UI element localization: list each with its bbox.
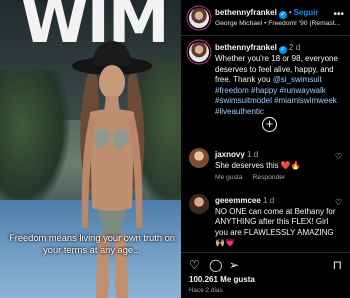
like-heart-icon[interactable]: ♡ <box>189 259 200 271</box>
caption-username[interactable]: bethennyfrankel <box>215 43 277 52</box>
save-bookmark-icon[interactable]: ⊓ <box>333 259 342 271</box>
comment-bubble-icon[interactable]: ◯ <box>209 259 222 271</box>
caption-time: 2 d <box>289 43 301 52</box>
comment-text: jaxnovy 1 d She deserves this ❤️🔥 <box>215 150 301 170</box>
audio-track-link[interactable]: George Michael • Freedom! '90 (Remast... <box>215 20 340 27</box>
load-more-comments-icon[interactable]: + <box>262 117 277 132</box>
comment-username[interactable]: jaxnovy <box>215 150 245 159</box>
author-username[interactable]: bethennyfrankel <box>215 8 277 17</box>
likes-label[interactable]: Me gusta <box>220 275 255 284</box>
like-comment-heart-icon[interactable]: ♡ <box>335 152 342 161</box>
media-overlay-caption: Freedom means living your own truth on y… <box>9 233 175 255</box>
commenter-avatar[interactable] <box>189 194 209 214</box>
separator-dot: • <box>288 8 292 17</box>
post-actions-bar: ♡ ◯ ➢ ⊓ 100.261 Me gusta Hace 2 días <box>181 252 350 298</box>
caption-mention[interactable]: @si_swimsuit <box>273 75 322 84</box>
post-side-panel: bethennyfrankel ✓ • Seguir George Michael •… <box>181 0 350 298</box>
share-paper-plane-icon[interactable]: ➢ <box>229 259 239 271</box>
comment-meta: Me gusta Responder <box>215 174 295 181</box>
comment-body: NO ONE can come at Bethany for ANYTHING … <box>215 206 336 248</box>
likes-number: 100.261 <box>189 275 218 284</box>
author-row: bethennyfrankel ✓ • Seguir <box>215 8 319 19</box>
verified-badge-icon: ✓ <box>278 46 287 54</box>
like-comment-heart-icon[interactable]: ♡ <box>335 198 342 207</box>
comment-body: She deserves this ❤️🔥 <box>215 160 301 170</box>
author-avatar[interactable] <box>189 8 209 28</box>
commenter-avatar[interactable] <box>189 148 209 168</box>
caption-hashtags[interactable]: #freedom #happy #runwaywalk #swimsuitmod… <box>215 86 337 116</box>
caption-text: bethennyfrankel ✓ 2 d Whether you're 18 o… <box>215 43 349 118</box>
comment-like-button[interactable]: Me gusta <box>215 174 243 181</box>
comment-text: geeemmcee 1 d NO ONE can come at Bethany… <box>215 196 336 248</box>
comment-username[interactable]: geeemmcee <box>215 196 261 205</box>
more-options-icon[interactable]: ••• <box>333 9 344 20</box>
comment-reply-button[interactable]: Responder <box>253 174 286 181</box>
post-time-ago: Hace 2 días <box>189 287 223 294</box>
verified-badge-icon: ✓ <box>278 11 287 19</box>
caption-author-avatar[interactable] <box>189 42 209 62</box>
media-model-figure <box>72 41 152 298</box>
post-media[interactable]: WIM Freedom means living your own truth … <box>0 0 181 298</box>
media-palm-left <box>0 70 70 210</box>
post-header: bethennyfrankel ✓ • Seguir George Michael •… <box>181 0 350 36</box>
follow-button[interactable]: Seguir <box>294 8 319 17</box>
likes-count: 100.261 Me gusta <box>189 275 255 284</box>
